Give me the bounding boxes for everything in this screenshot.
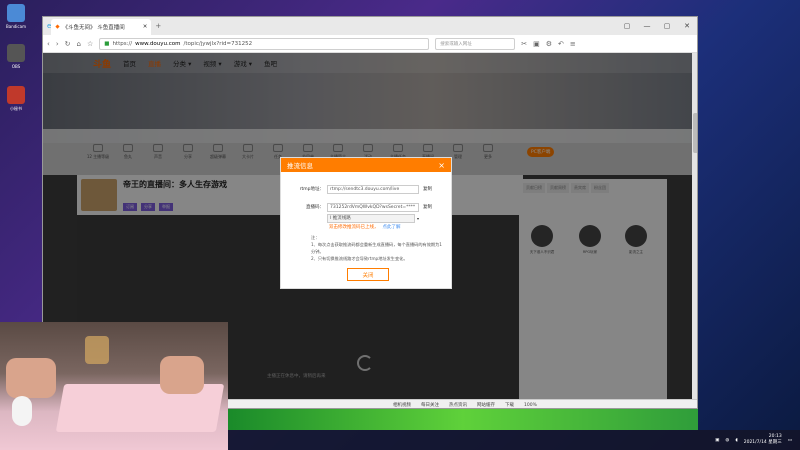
app-icon	[7, 44, 25, 62]
dialog-title: 推流信息	[287, 162, 313, 170]
back-icon[interactable]: ‹	[47, 40, 50, 48]
volume-icon[interactable]: ◖	[735, 438, 737, 443]
window-minimize-button[interactable]: —	[637, 22, 657, 30]
code-row: 直播码： 731252rdVmQWvkQD?wsSecret=**** 复制	[281, 202, 453, 212]
home-icon[interactable]: ⌂	[77, 40, 81, 48]
gear-icon[interactable]: ⚙	[546, 40, 552, 48]
close-button[interactable]: 关闭	[347, 268, 389, 281]
left-hand-image	[6, 358, 56, 398]
copy-code-button[interactable]: 复制	[423, 204, 432, 210]
app-icon	[7, 86, 25, 104]
scroll-thumb[interactable]	[693, 113, 697, 153]
notification-icon[interactable]: ▭	[788, 438, 792, 443]
tab-close-icon[interactable]: ✕	[143, 24, 148, 30]
copy-rtmp-button[interactable]: 复制	[423, 186, 432, 192]
desktop-icon-secretary[interactable]: 小秘书	[4, 86, 28, 112]
dialog-header: 推流信息 ×	[281, 158, 451, 172]
clock-date: 2021/7/14 星期三	[743, 440, 782, 445]
rtmp-field[interactable]: rtmp://sendtc3.douyu.com/live	[327, 184, 419, 194]
code-field[interactable]: 731252rdVmQWvkQD?wsSecret=****	[327, 202, 419, 212]
status-zoom[interactable]: 100%	[524, 403, 537, 408]
notes-block: 注： 1、每次点击获取推流码都会重新生成直播码，每个直播码的有效期为1分钟。 2…	[311, 234, 443, 262]
chevron-down-icon[interactable]: ▾	[417, 216, 419, 221]
status-daily[interactable]: 每日关注	[421, 402, 439, 408]
favicon-icon: ◆	[55, 24, 60, 30]
code-label: 直播码：	[306, 205, 324, 210]
webcam-overlay	[0, 322, 228, 450]
note-item: 1、每次点击获取推流码都会重新生成直播码，每个直播码的有效期为1分钟。	[311, 242, 442, 254]
notes-title: 注：	[311, 235, 320, 240]
rtmp-label: rtmp地址：	[299, 187, 324, 192]
extension-icon[interactable]: ▣	[533, 40, 540, 48]
window-maximize-button[interactable]: ▢	[657, 22, 677, 30]
status-camera[interactable]: 相机视频	[393, 402, 411, 408]
url-path: /topic/jywjlx?rid=731252	[183, 40, 253, 47]
warning-text: 双击修改推流码已上线，	[329, 225, 379, 230]
search-placeholder: 搜索或输入网址	[440, 41, 472, 47]
clock[interactable]: 20:13 2021/7/14 星期三	[744, 434, 782, 446]
warning-line: 双击修改推流码已上线， 点此了解	[329, 224, 401, 230]
learn-more-link[interactable]: 点此了解	[383, 225, 401, 230]
tab-douyu[interactable]: ◆ 《斗鱼无间》 斗鱼直播间 ✕	[51, 19, 152, 35]
star-icon[interactable]: ☆	[87, 40, 93, 48]
network-icon[interactable]: ◍	[725, 438, 729, 443]
desktop-icon-obs[interactable]: OBS	[4, 44, 28, 69]
url-domain: www.douyu.com	[135, 40, 181, 47]
tray-app-icon[interactable]: ▣	[715, 438, 719, 443]
title-bar: e ◆ 《斗鱼无间》 斗鱼直播间 ✕ + ▢ — ▢ ✕	[43, 17, 697, 35]
url-prefix: https://	[112, 40, 133, 47]
status-download[interactable]: 下载	[505, 402, 514, 408]
note-item: 2、只有切换推流线路才会导致rtmp地址发生变化。	[311, 256, 408, 261]
forward-icon[interactable]: ›	[56, 40, 59, 48]
close-icon[interactable]: ×	[438, 161, 445, 170]
refresh-icon[interactable]: ↻	[65, 40, 71, 48]
rtmp-row: rtmp地址： rtmp://sendtc3.douyu.com/live 复制	[281, 184, 453, 194]
cup-image	[85, 336, 109, 364]
status-cache[interactable]: 网站缓存	[477, 402, 495, 408]
status-news[interactable]: 热点资讯	[449, 402, 467, 408]
scrollbar[interactable]	[692, 53, 697, 399]
desktop-icon-label: Bandicam	[6, 24, 26, 29]
line-select-row: Ⅰ 推流线路 ▾	[281, 213, 453, 223]
desktop-icon-label: 小秘书	[10, 106, 22, 111]
desktop-icon-label: OBS	[11, 64, 21, 69]
search-input[interactable]: 搜索或输入网址	[435, 37, 516, 50]
window-restore-button[interactable]: ▢	[617, 22, 637, 30]
address-bar: ‹ › ↻ ⌂ ☆ ■ https://www.douyu.com/topic/…	[43, 35, 697, 53]
mouse-image	[12, 396, 32, 426]
new-tab-icon[interactable]: +	[155, 22, 161, 30]
lock-icon: ■	[104, 40, 110, 47]
cut-icon[interactable]: ✂	[521, 40, 527, 48]
app-icon	[7, 4, 25, 22]
push-info-dialog: 推流信息 × rtmp地址： rtmp://sendtc3.douyu.com/…	[280, 157, 452, 289]
taskbar: ▣ ◍ ◖ 20:13 2021/7/14 星期三 ▭	[228, 430, 800, 450]
window-close-button[interactable]: ✕	[677, 22, 697, 30]
right-hand-image	[160, 356, 204, 394]
line-select[interactable]: Ⅰ 推流线路	[327, 213, 415, 223]
undo-icon[interactable]: ↶	[558, 40, 564, 48]
url-input[interactable]: ■ https://www.douyu.com/topic/jywjlx?rid…	[99, 37, 430, 50]
desktop-icon-bandicam[interactable]: Bandicam	[4, 4, 28, 29]
tab-title: 《斗鱼无间》 斗鱼直播间	[62, 25, 125, 31]
menu-icon[interactable]: ≡	[570, 40, 576, 48]
